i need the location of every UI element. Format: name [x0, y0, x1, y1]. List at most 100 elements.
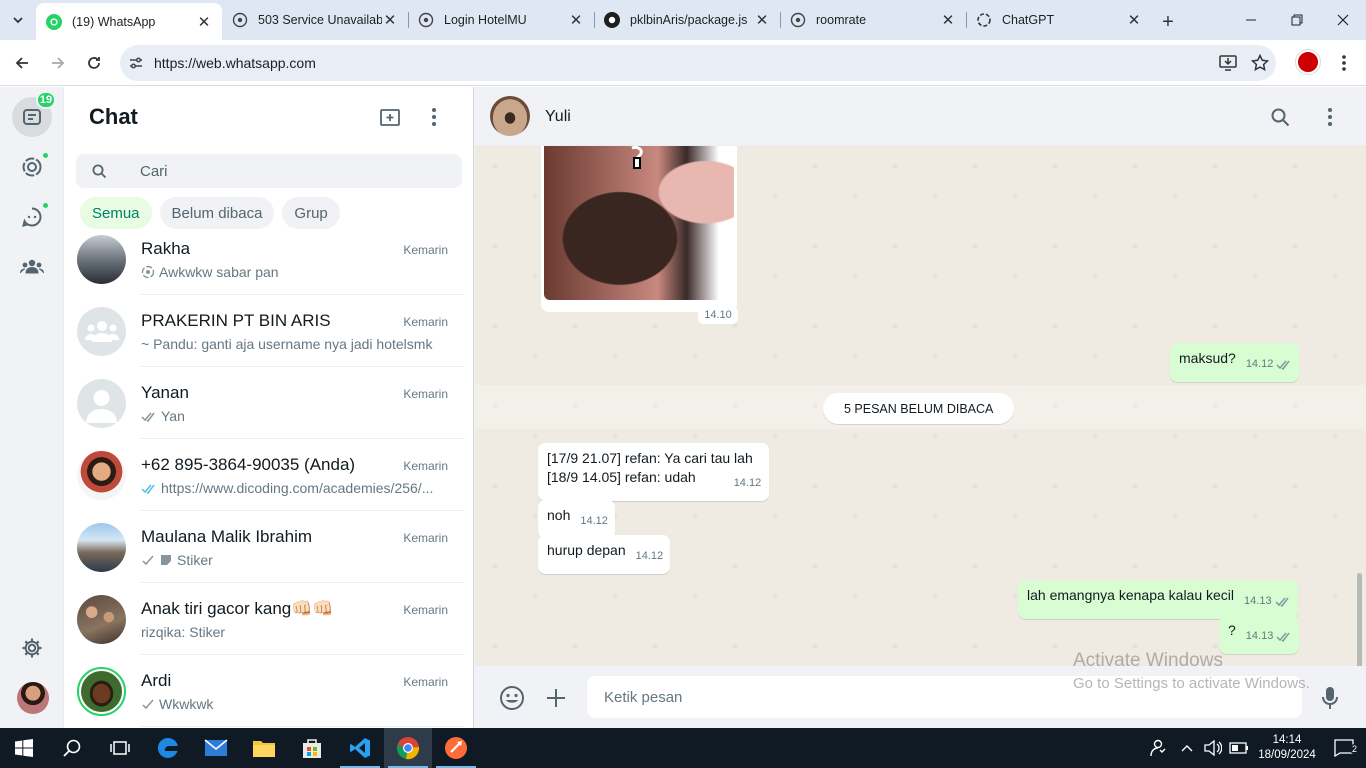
mail-taskbar-icon[interactable]	[192, 728, 240, 768]
filter-all[interactable]: Semua	[80, 197, 152, 229]
tab-503[interactable]: 503 Service Unavailab ✕	[222, 3, 408, 37]
chat-row-yanan[interactable]: Yanan Kemarin Yan	[64, 367, 474, 439]
vscode-taskbar-icon[interactable]	[336, 728, 384, 768]
message-in[interactable]: noh 14.12	[538, 500, 615, 539]
chat-row-rakha[interactable]: Rakha Kemarin Awkwkw sabar pan	[64, 235, 474, 295]
message-out[interactable]: lah emangnya kenapa kalau kecil 14.13	[1018, 580, 1298, 619]
search-input[interactable]	[140, 162, 440, 180]
store-taskbar-icon[interactable]	[288, 728, 336, 768]
windows-taskbar: 14:14 18/09/2024 2	[0, 728, 1366, 768]
back-button[interactable]	[4, 45, 40, 81]
compose-footer	[475, 666, 1366, 728]
double-check-blue-icon	[141, 484, 155, 494]
browser-tab-strip: (19) WhatsApp ✕ 503 Service Unavailab ✕ …	[0, 0, 1366, 40]
chats-icon	[23, 109, 41, 125]
compose-box	[587, 676, 1302, 718]
close-tab-icon[interactable]: ✕	[940, 12, 956, 29]
people-tray-icon[interactable]	[1140, 728, 1174, 768]
chrome-taskbar-icon[interactable]	[384, 728, 432, 768]
settings-nav-button[interactable]	[12, 628, 52, 668]
my-profile-avatar[interactable]	[17, 682, 49, 714]
close-window-button[interactable]	[1320, 0, 1366, 40]
arrow-right-icon	[52, 56, 65, 69]
chat-name: Anak tiri gacor kang👊🏻👊🏻	[141, 599, 334, 618]
voice-message-button[interactable]	[1316, 684, 1344, 712]
contact-name: Yuli	[545, 108, 571, 125]
taskbar-clock[interactable]: 14:14 18/09/2024	[1252, 733, 1322, 763]
channels-nav-button[interactable]	[12, 197, 52, 237]
postman-taskbar-icon[interactable]	[432, 728, 480, 768]
tab-roomrate[interactable]: roomrate ✕	[780, 3, 966, 37]
task-view-button[interactable]	[96, 728, 144, 768]
gear-icon	[22, 638, 42, 658]
edge-taskbar-icon[interactable]	[144, 728, 192, 768]
volume-tray-icon[interactable]	[1200, 728, 1226, 768]
close-tab-icon[interactable]: ✕	[196, 14, 212, 31]
reload-button[interactable]	[76, 45, 112, 81]
filter-unread[interactable]: Belum dibaca	[159, 197, 275, 229]
arrow-left-icon	[15, 56, 28, 69]
tab-search-button[interactable]	[0, 0, 36, 40]
close-tab-icon[interactable]: ✕	[568, 12, 584, 29]
attach-button[interactable]	[542, 684, 570, 712]
chats-nav-button[interactable]: 19	[12, 91, 56, 137]
message-input[interactable]	[604, 688, 1204, 706]
close-tab-icon[interactable]: ✕	[1126, 12, 1142, 29]
close-tab-icon[interactable]: ✕	[754, 12, 770, 29]
chat-row-maulana[interactable]: Maulana Malik Ibrahim Kemarin Stiker	[64, 511, 474, 583]
message-in[interactable]: [17/9 21.07] refan: Ya cari tau lah [18/…	[538, 443, 770, 501]
restore-button[interactable]	[1274, 0, 1320, 40]
install-app-icon[interactable]	[1212, 55, 1244, 71]
new-chat-button[interactable]	[374, 105, 406, 129]
channels-icon	[22, 207, 42, 227]
forward-button[interactable]	[40, 45, 76, 81]
communities-nav-button[interactable]	[12, 247, 52, 287]
start-button[interactable]	[0, 728, 48, 768]
status-nav-button[interactable]	[12, 147, 52, 187]
message-out[interactable]: maksud? 14.12	[1170, 343, 1300, 382]
whatsapp-icon	[46, 13, 62, 30]
profile-avatar[interactable]	[1296, 50, 1320, 74]
chat-list-menu-button[interactable]	[418, 105, 450, 129]
task-view-icon	[110, 741, 130, 755]
clock-time: 14:14	[1272, 734, 1302, 746]
message-text: maksud?	[1179, 350, 1236, 366]
message-out[interactable]: ? 14.13	[1219, 615, 1300, 654]
image-message[interactable]	[541, 146, 737, 312]
chat-row-anak-tiri[interactable]: Anak tiri gacor kang👊🏻👊🏻 Kemarin rizqika…	[64, 583, 474, 655]
tab-github[interactable]: pklbinAris/package.js ✕	[594, 3, 780, 37]
message-time: 14.13	[1244, 595, 1272, 607]
browser-menu-icon[interactable]	[1332, 50, 1356, 76]
message-scrollbar[interactable]	[1357, 573, 1362, 666]
new-tab-button[interactable]: +	[1152, 4, 1184, 40]
conversation-header[interactable]: Yuli	[475, 87, 1366, 146]
search-messages-button[interactable]	[1267, 104, 1293, 130]
tab-login-hotelmu[interactable]: Login HotelMU ✕	[408, 3, 594, 37]
group-avatar	[77, 594, 126, 644]
emoji-button[interactable]	[498, 684, 526, 712]
tab-title: ChatGPT	[1002, 13, 1055, 27]
chat-row-ardi[interactable]: Ardi Kemarin Wkwkwk	[64, 655, 474, 727]
chat-row-self[interactable]: +62 895-3864-90035 (Anda) Kemarin https:…	[64, 439, 474, 511]
filter-groups[interactable]: Grup	[282, 197, 340, 229]
close-tab-icon[interactable]: ✕	[382, 12, 398, 29]
action-center-button[interactable]: 2	[1322, 728, 1366, 768]
chat-preview: Awkwkw sabar pan	[141, 264, 441, 280]
window-controls	[1228, 0, 1366, 40]
bookmark-star-icon[interactable]	[1244, 54, 1276, 72]
file-explorer-taskbar-icon[interactable]	[240, 728, 288, 768]
search-taskbar-button[interactable]	[48, 728, 96, 768]
contact-avatar[interactable]	[490, 96, 530, 136]
chat-time: Kemarin	[403, 315, 448, 329]
tray-overflow-icon[interactable]	[1174, 728, 1200, 768]
minimize-button[interactable]	[1228, 0, 1274, 40]
sticker-icon	[161, 555, 171, 565]
omnibox[interactable]: https://web.whatsapp.com	[120, 45, 1276, 81]
chat-preview: https://www.dicoding.com/academies/256/.…	[141, 480, 441, 496]
tab-chatgpt[interactable]: ChatGPT ✕	[966, 3, 1152, 37]
battery-tray-icon[interactable]	[1226, 728, 1252, 768]
message-in[interactable]: hurup depan 14.12	[538, 535, 671, 574]
conversation-menu-button[interactable]	[1317, 104, 1343, 130]
tab-whatsapp[interactable]: (19) WhatsApp ✕	[36, 3, 222, 40]
chat-row-prakerin[interactable]: PRAKERIN PT BIN ARIS Kemarin ~ Pandu: ga…	[64, 295, 474, 367]
